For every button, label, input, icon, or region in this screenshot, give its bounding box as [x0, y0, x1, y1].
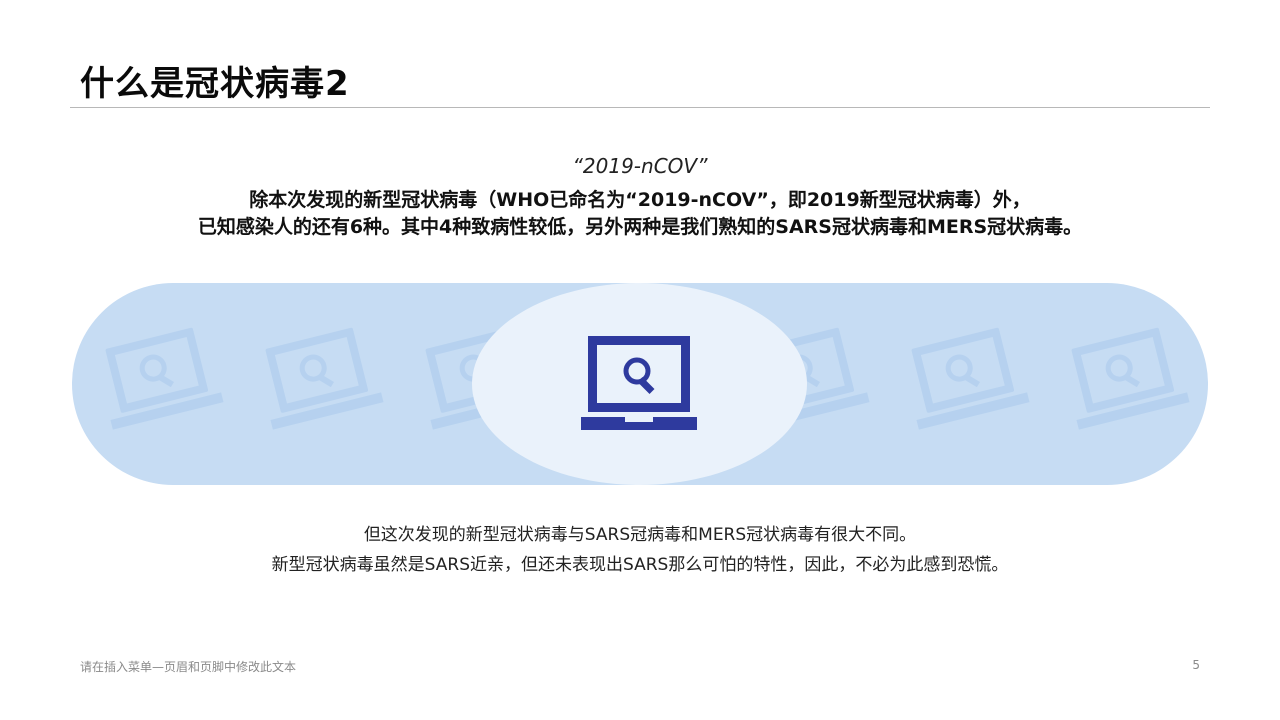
laptop-search-icon — [265, 327, 384, 430]
slide: 什么是冠状病毒2 “2019-nCOV” 除本次发现的新型冠状病毒（WHO已命名… — [0, 0, 1280, 720]
footer-text: 请在插入菜单—页眉和页脚中修改此文本 — [80, 660, 297, 674]
laptop-search-icon — [105, 327, 224, 430]
title-divider — [70, 107, 1210, 108]
slide-title: 什么是冠状病毒2 — [80, 64, 350, 104]
slide-subtitle: “2019-nCOV” — [572, 154, 708, 178]
laptop-search-icon — [1071, 327, 1190, 430]
lead-line-1: 除本次发现的新型冠状病毒（WHO已命名为“2019-nCOV”，即2019新型冠… — [249, 189, 1031, 211]
laptop-search-icon — [581, 336, 697, 430]
body-paragraph: 但这次发现的新型冠状病毒与SARS冠病毒和MERS冠状病毒有很大不同。 新型冠状… — [0, 520, 1280, 580]
lead-line-2: 已知感染人的还有6种。其中4种致病性较低，另外两种是我们熟知的SARS冠状病毒和… — [197, 216, 1083, 238]
lead-paragraph: 除本次发现的新型冠状病毒（WHO已命名为“2019-nCOV”，即2019新型冠… — [0, 187, 1280, 241]
body-line-2: 新型冠状病毒虽然是SARS近亲，但还未表现出SARS那么可怕的特性，因此，不必为… — [271, 555, 1009, 575]
laptop-search-icon — [911, 327, 1030, 430]
page-number: 5 — [1192, 658, 1200, 672]
body-line-1: 但这次发现的新型冠状病毒与SARS冠病毒和MERS冠状病毒有很大不同。 — [363, 525, 917, 545]
